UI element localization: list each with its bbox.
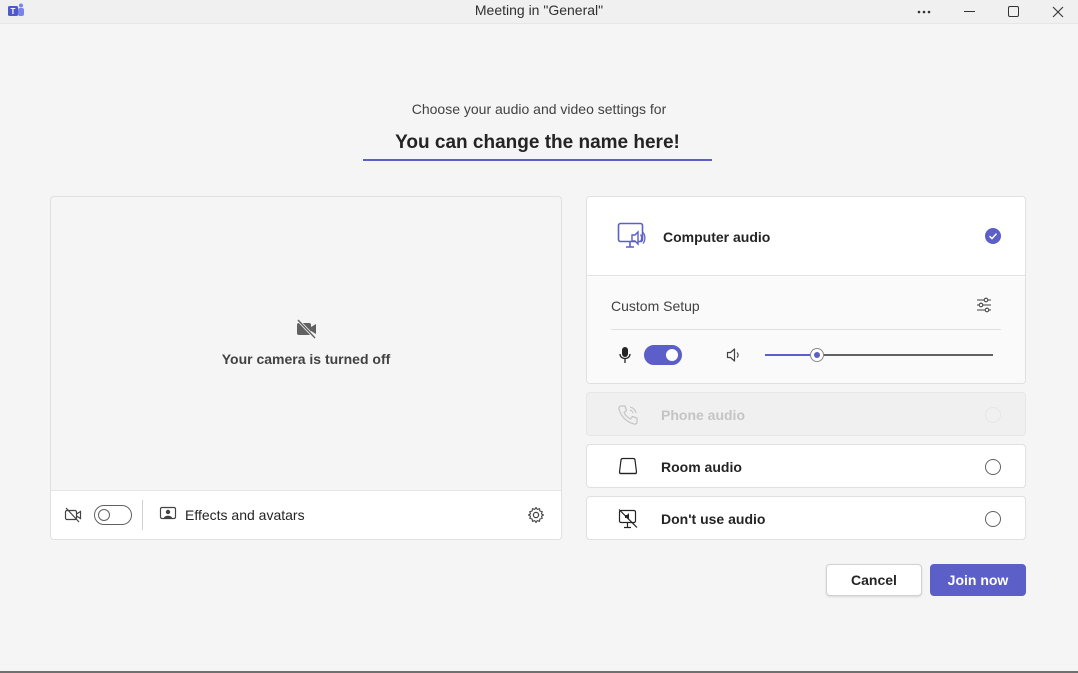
no-audio-icon xyxy=(617,508,639,535)
effects-and-avatars-button[interactable]: Effects and avatars xyxy=(159,503,305,527)
camera-off-icon xyxy=(295,318,319,344)
effects-icon xyxy=(159,505,177,526)
effects-label: Effects and avatars xyxy=(185,507,305,523)
device-settings-gear-icon[interactable] xyxy=(527,506,545,529)
no-audio-radio[interactable] xyxy=(985,511,1001,527)
speaker-icon xyxy=(725,346,743,369)
phone-audio-label: Phone audio xyxy=(661,407,745,423)
custom-setup-area: Custom Setup xyxy=(587,277,1025,383)
video-controls-bar: Effects and avatars xyxy=(51,490,561,539)
more-options-icon[interactable] xyxy=(902,0,946,24)
device-settings-sliders-icon[interactable] xyxy=(975,296,993,319)
selected-check-icon xyxy=(985,228,1001,244)
toggle-knob xyxy=(98,509,110,521)
maximize-icon[interactable] xyxy=(992,0,1036,24)
phone-icon xyxy=(617,404,639,431)
camera-preview: Your camera is turned off Effects and av… xyxy=(50,196,562,540)
settings-prompt: Choose your audio and video settings for xyxy=(411,101,667,117)
title-bar: T Meeting in "General" xyxy=(0,0,1078,24)
phone-audio-option: Phone audio xyxy=(586,392,1026,436)
room-audio-option[interactable]: Room audio xyxy=(586,444,1026,488)
divider xyxy=(611,329,1001,330)
toggle-knob xyxy=(666,349,678,361)
display-name-input[interactable] xyxy=(363,127,712,161)
room-audio-label: Room audio xyxy=(661,459,742,475)
camera-off-icon xyxy=(64,507,82,528)
computer-audio-option[interactable]: Computer audio Custom Setup xyxy=(586,196,1026,384)
phone-audio-radio xyxy=(985,407,1001,423)
computer-audio-label: Computer audio xyxy=(663,229,771,245)
room-audio-icon xyxy=(617,456,639,483)
join-now-button[interactable]: Join now xyxy=(930,564,1026,596)
custom-setup-label: Custom Setup xyxy=(611,298,700,314)
microphone-icon xyxy=(618,346,632,369)
divider xyxy=(142,500,143,530)
minimize-icon[interactable] xyxy=(948,0,992,24)
no-audio-label: Don't use audio xyxy=(661,511,766,527)
microphone-toggle[interactable] xyxy=(644,345,682,365)
camera-toggle[interactable] xyxy=(94,505,132,525)
speaker-volume-slider[interactable] xyxy=(765,348,993,362)
computer-speaker-icon xyxy=(617,222,647,255)
room-audio-radio[interactable] xyxy=(985,459,1001,475)
no-audio-option[interactable]: Don't use audio xyxy=(586,496,1026,540)
computer-audio-header[interactable]: Computer audio xyxy=(587,197,1025,276)
camera-off-message: Your camera is turned off xyxy=(221,351,391,367)
cancel-button[interactable]: Cancel xyxy=(826,564,922,596)
slider-thumb[interactable] xyxy=(810,348,825,362)
close-icon[interactable] xyxy=(1036,0,1078,24)
